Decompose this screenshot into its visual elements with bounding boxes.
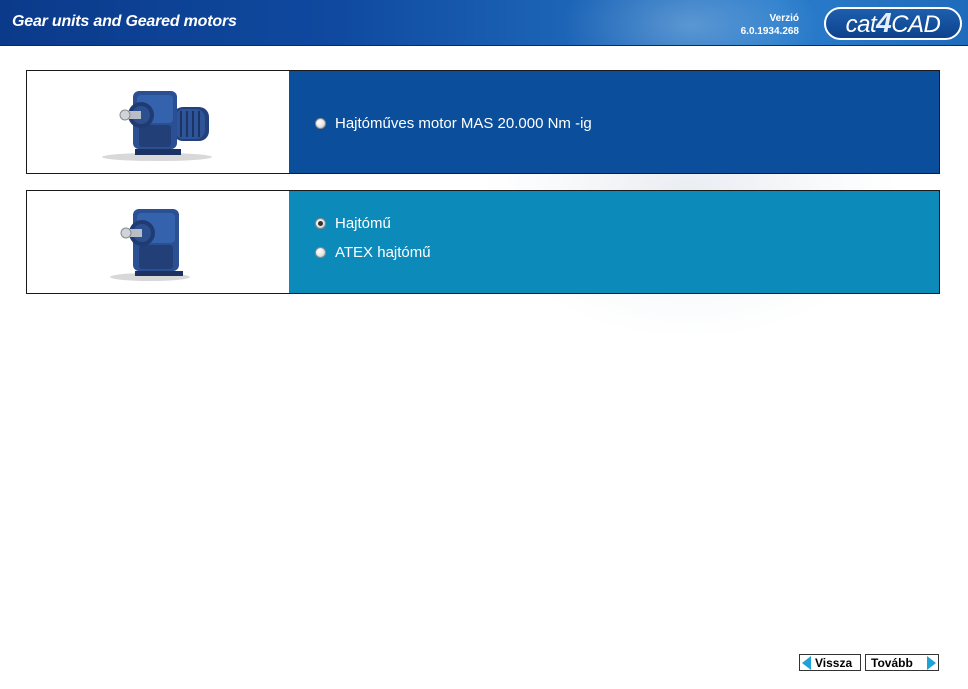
gear-unit-image: [27, 191, 289, 293]
radio-label: ATEX hajtómű: [335, 244, 431, 261]
next-button-label: Tovább: [871, 655, 913, 670]
radio-option-atex-gear-unit[interactable]: ATEX hajtómű: [315, 244, 431, 261]
option-panel-geared-motor: Hajtóműves motor MAS 20.000 Nm -ig: [289, 71, 939, 173]
radio-button[interactable]: [315, 118, 326, 129]
logo-text-right: CAD: [891, 11, 941, 38]
app-header: Gear units and Geared motors Verzió 6.0.…: [0, 0, 968, 46]
next-button[interactable]: Tovább: [865, 654, 939, 671]
radio-button-selected[interactable]: [315, 218, 326, 229]
logo-text-left: cat: [845, 11, 877, 38]
arrow-left-icon: [802, 655, 811, 670]
version-label: Verzió: [769, 13, 799, 24]
option-row-geared-motor: Hajtóműves motor MAS 20.000 Nm -ig: [26, 70, 940, 174]
cat4cad-logo: cat4CAD: [824, 7, 962, 40]
app-title: Gear units and Geared motors: [12, 13, 237, 30]
arrow-right-icon: [927, 655, 936, 670]
version-info: Verzió 6.0.1934.268: [733, 12, 799, 38]
version-number: 6.0.1934.268: [740, 26, 799, 37]
option-row-gear-unit: Hajtómű ATEX hajtómű: [26, 190, 940, 294]
back-button[interactable]: Vissza: [799, 654, 861, 671]
radio-option-gear-unit[interactable]: Hajtómű: [315, 215, 391, 232]
option-panel-gear-unit: Hajtómű ATEX hajtómű: [289, 191, 939, 293]
logo-text-mid: 4: [876, 7, 892, 38]
geared-motor-image: [27, 71, 289, 173]
radio-option-geared-motor[interactable]: Hajtóműves motor MAS 20.000 Nm -ig: [315, 115, 592, 132]
back-button-label: Vissza: [815, 655, 853, 670]
radio-label: Hajtóműves motor MAS 20.000 Nm -ig: [335, 115, 592, 132]
radio-button[interactable]: [315, 247, 326, 258]
radio-label: Hajtómű: [335, 215, 391, 232]
